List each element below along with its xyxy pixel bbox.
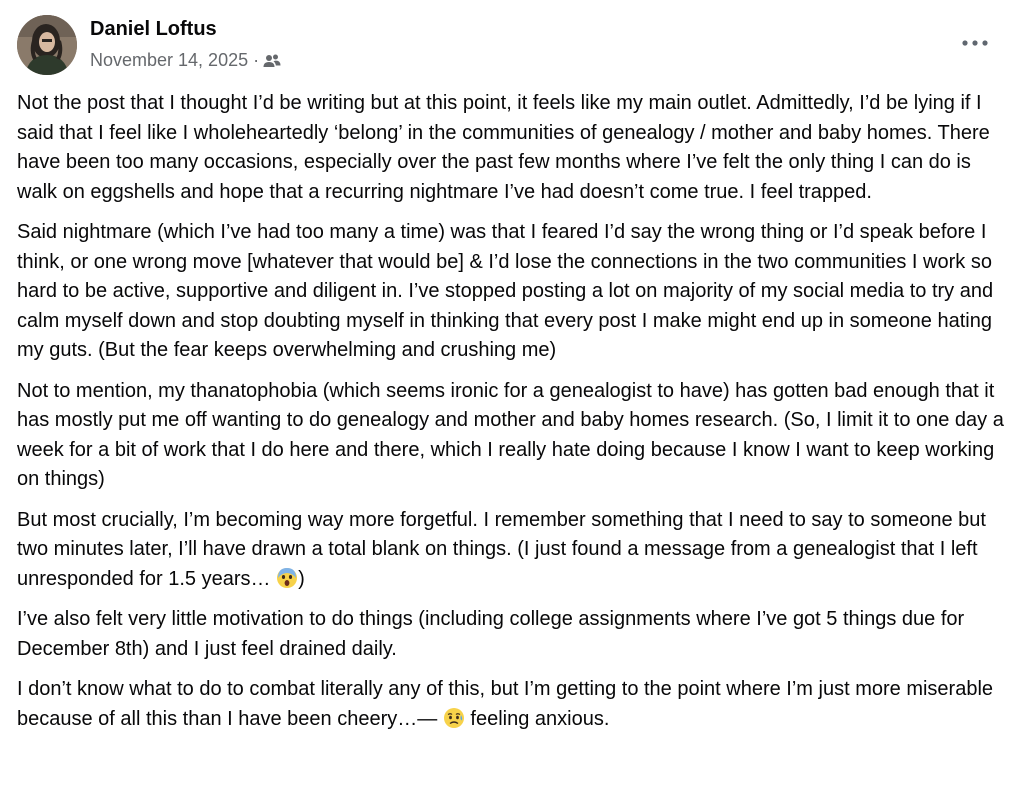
post-header: Daniel Loftus November 14, 2025 · <box>17 15 1001 77</box>
screaming-face-emoji <box>276 567 298 589</box>
post-paragraph: Said nightmare (which I’ve had too many … <box>17 221 994 361</box>
author-avatar[interactable] <box>17 15 77 75</box>
post-paragraph-text: But most crucially, I’m becoming way mor… <box>17 508 986 590</box>
post-meta: November 14, 2025 · <box>90 50 281 71</box>
friends-icon[interactable] <box>263 53 281 69</box>
more-options-button[interactable] <box>957 29 993 57</box>
meta-separator: · <box>253 50 260 70</box>
post-paragraph: I don’t know what to do to combat litera… <box>17 675 1007 734</box>
more-options-icon <box>962 40 988 46</box>
post-card: Daniel Loftus November 14, 2025 · Not th <box>0 0 1018 803</box>
paragraph-close-paren: ) <box>298 567 305 590</box>
post-paragraph: Not the post that I thought I’d be writi… <box>17 92 990 203</box>
post-paragraph: I’ve also felt very little motivation to… <box>17 608 965 660</box>
avatar-image <box>17 15 77 75</box>
anxious-face-emoji <box>443 707 465 729</box>
post-date[interactable]: November 14, 2025 <box>90 50 248 71</box>
post-paragraph: But most crucially, I’m becoming way mor… <box>17 506 1007 595</box>
post-body: Not the post that I thought I’d be writi… <box>17 89 1007 745</box>
feeling-status[interactable]: feeling anxious. <box>470 708 609 730</box>
author-name[interactable]: Daniel Loftus <box>90 18 217 41</box>
post-paragraph: Not to mention, my thanatophobia (which … <box>17 379 1004 491</box>
